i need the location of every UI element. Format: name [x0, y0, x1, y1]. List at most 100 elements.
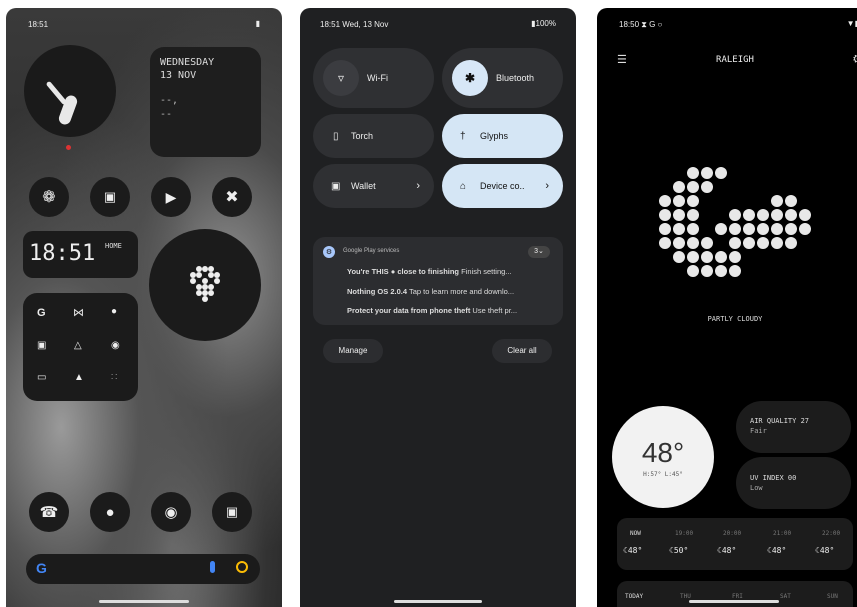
date-widget[interactable]: WEDNESDAY 13 NOV --, --	[150, 47, 261, 157]
google-app-icon[interactable]: G	[37, 307, 46, 319]
hour-temp-3: ☾48°	[767, 546, 787, 555]
condition-label: PARTLY CLOUDY	[707, 315, 763, 323]
mic-icon[interactable]	[210, 561, 215, 573]
air-quality-value: Fair	[750, 427, 767, 435]
notification-line-1[interactable]: You're THIS ● close to finishing Finish …	[347, 267, 512, 276]
tile-label: Torch	[351, 131, 374, 141]
wifi-icon: ▿	[323, 60, 359, 96]
notif-title-2: Nothing OS 2.0.4	[347, 287, 408, 296]
tile-device-controls[interactable]: ⌂ Device co.. ›	[442, 164, 563, 208]
notification-count: 3	[534, 248, 539, 255]
notification-app-name: Google Play services	[343, 248, 400, 254]
status-datetime: 18:51 Wed, 13 Nov	[320, 20, 389, 29]
weather-screen: 18:50 ⧗ G ○ ▼▮ ☰ RALEIGH ⚙ PARTLY CLOUDY…	[597, 8, 857, 607]
uv-index-card[interactable]: UV INDEX 00 Low	[736, 457, 851, 509]
analog-clock-widget[interactable]	[24, 45, 116, 150]
music-app-icon[interactable]: ◉	[111, 340, 120, 351]
hour-time-1: 19:00	[675, 530, 694, 537]
notif-text-2: Tap to learn more and downlo...	[407, 287, 515, 296]
pinwheel-app-icon[interactable]: ❁	[29, 177, 69, 217]
air-quality-label: AIR QUALITY 27	[750, 417, 810, 425]
temperature-widget[interactable]: 48° H:57° L:45°	[612, 406, 714, 508]
hour-time-3: 21:00	[773, 530, 792, 537]
digital-clock-widget[interactable]: 18:51 HOME	[23, 231, 138, 278]
tile-bluetooth[interactable]: ✱ Bluetooth	[442, 48, 563, 108]
clear-all-button[interactable]: Clear all	[492, 339, 552, 363]
tile-torch[interactable]: ▯ Torch	[313, 114, 434, 158]
day-2: FRI	[732, 593, 743, 600]
torch-icon: ▯	[333, 130, 339, 142]
notif-text-1: Finish setting...	[459, 267, 512, 276]
tile-wallet[interactable]: ▣ Wallet ›	[313, 164, 434, 208]
glyphs-icon: †	[460, 130, 466, 142]
phone-app-icon[interactable]: ☎	[29, 492, 69, 532]
notification-card[interactable]: ⚙ Google Play services 3⌄ You're THIS ● …	[313, 237, 563, 325]
day-1: THU	[680, 593, 691, 600]
tile-label: Glyphs	[480, 131, 509, 141]
expand-button[interactable]: 3⌄	[528, 246, 550, 258]
hour-time-2: 20:00	[723, 530, 742, 537]
quick-settings-screen: 18:51 Wed, 13 Nov ▮100% ▿ Wi-Fi ✱ Blueto…	[300, 8, 576, 607]
home-indicator[interactable]	[689, 600, 779, 603]
home-screen: 18:51 ▮ WEDNESDAY 13 NOV --, -- ❁ ▣ ▶ ✖ …	[6, 8, 282, 607]
info-line-2: --	[160, 109, 173, 120]
glyph-widget[interactable]	[149, 229, 261, 341]
status-time: 18:51	[28, 20, 49, 29]
chrome-app-icon[interactable]: ◉	[151, 492, 191, 532]
messages-app-icon[interactable]: ●	[90, 492, 130, 532]
notif-text-3: Use theft pr...	[470, 306, 518, 315]
current-temp: 48°	[641, 436, 685, 468]
home-indicator[interactable]	[99, 600, 189, 603]
high-low: H:57° L:45°	[643, 470, 683, 478]
camera-app-icon[interactable]: ▣	[90, 177, 130, 217]
date: 13 NOV	[160, 70, 197, 81]
notif-title-3: Protect your data from phone theft	[347, 306, 471, 315]
info-line-1: --,	[160, 95, 179, 106]
drive-app-icon[interactable]: △	[74, 340, 82, 351]
hour-time-4: 22:00	[822, 530, 841, 537]
tile-wifi[interactable]: ▿ Wi-Fi	[313, 48, 434, 108]
tile-label: Wallet	[351, 181, 376, 191]
seconds-dot	[66, 145, 71, 150]
notification-line-3[interactable]: Protect your data from phone theft Use t…	[347, 306, 517, 315]
air-quality-card[interactable]: AIR QUALITY 27 Fair	[736, 401, 851, 453]
tile-label: Device co..	[480, 181, 525, 191]
maps-app-icon[interactable]: ●	[111, 306, 117, 317]
tv-app-icon[interactable]: ▭	[37, 372, 46, 383]
google-search-bar[interactable]: G	[26, 554, 260, 584]
hour-temp-0: ☾48°	[623, 546, 643, 555]
manage-button[interactable]: Manage	[323, 339, 383, 363]
notif-title-1: You're THIS ● close to finishing	[347, 267, 460, 276]
lens-icon[interactable]	[236, 561, 248, 573]
app-folder[interactable]: G ⋈ ● ▣ △ ◉ ▭ ▲ ∷	[23, 293, 138, 401]
more-apps-icon[interactable]: ∷	[111, 372, 117, 383]
day-4: SUN	[827, 593, 838, 600]
dot-matrix-icon	[190, 266, 220, 302]
battery-icon: ▮	[255, 19, 260, 28]
bluetooth-icon: ✱	[452, 60, 488, 96]
google-logo: G	[36, 560, 47, 576]
play-store-icon[interactable]: ▶	[151, 177, 191, 217]
youtube-app-icon[interactable]: ▣	[37, 340, 46, 351]
city-name: RALEIGH	[716, 55, 754, 65]
hour-temp-1: ☾50°	[669, 546, 689, 555]
hourly-forecast[interactable]: NOW ☾48° 19:00 ☾50° 20:00 ☾48° 21:00 ☾48…	[617, 518, 853, 570]
weekday: WEDNESDAY	[160, 57, 215, 68]
settings-gear-icon[interactable]: ⚙	[852, 52, 857, 66]
teams-app-icon[interactable]: ⋈	[73, 306, 84, 319]
camera-dock-icon[interactable]: ▣	[212, 492, 252, 532]
daily-forecast[interactable]: TODAY THU FRI SAT SUN	[617, 581, 853, 607]
day-0: TODAY	[625, 593, 644, 600]
status-left: 18:50 ⧗ G ○	[619, 20, 663, 29]
notification-line-2[interactable]: Nothing OS 2.0.4 Tap to learn more and d…	[347, 287, 514, 296]
tile-glyphs[interactable]: † Glyphs	[442, 114, 563, 158]
day-3: SAT	[780, 593, 791, 600]
flower-app-icon[interactable]: ✖	[212, 177, 252, 217]
chevron-right-icon: ›	[416, 180, 420, 192]
partly-cloudy-night-icon	[659, 167, 811, 277]
wifi-battery-icon: ▼▮	[846, 19, 857, 28]
contacts-app-icon[interactable]: ▲	[74, 372, 84, 383]
uv-index-label: UV INDEX 00	[750, 474, 797, 482]
tile-label: Wi-Fi	[367, 73, 388, 83]
home-indicator[interactable]	[394, 600, 482, 603]
